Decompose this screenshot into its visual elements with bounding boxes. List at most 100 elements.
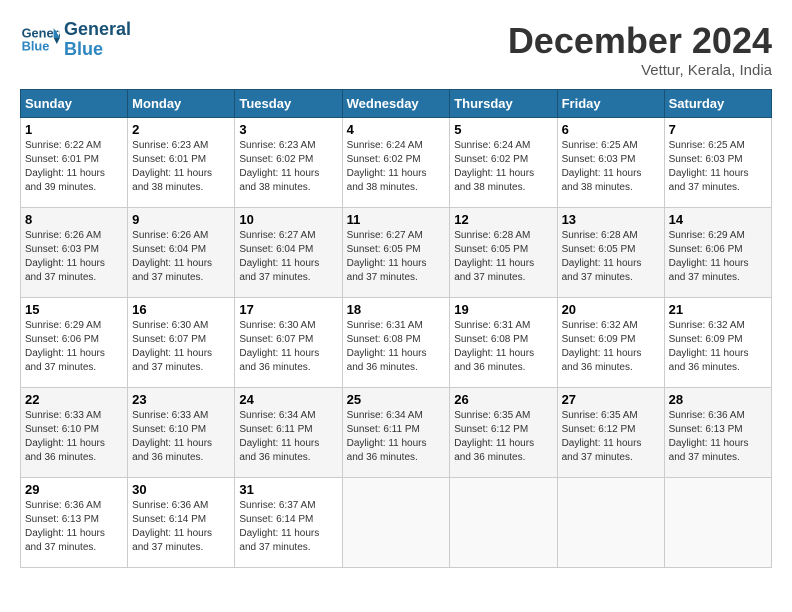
day-info: Sunrise: 6:27 AM Sunset: 6:05 PM Dayligh…: [347, 229, 446, 285]
calendar-day-cell: [664, 478, 771, 568]
calendar-week-row: 22 Sunrise: 6:33 AM Sunset: 6:10 PM Dayl…: [21, 388, 772, 478]
location: Vettur, Kerala, India: [508, 62, 772, 79]
calendar-day-cell: [557, 478, 664, 568]
calendar-day-cell: 27 Sunrise: 6:35 AM Sunset: 6:12 PM Dayl…: [557, 388, 664, 478]
day-number: 24: [239, 392, 337, 407]
calendar-day-cell: 29 Sunrise: 6:36 AM Sunset: 6:13 PM Dayl…: [21, 478, 128, 568]
day-info: Sunrise: 6:28 AM Sunset: 6:05 PM Dayligh…: [562, 229, 660, 285]
calendar-day-cell: 7 Sunrise: 6:25 AM Sunset: 6:03 PM Dayli…: [664, 118, 771, 208]
day-info: Sunrise: 6:24 AM Sunset: 6:02 PM Dayligh…: [454, 139, 552, 195]
calendar-week-row: 1 Sunrise: 6:22 AM Sunset: 6:01 PM Dayli…: [21, 118, 772, 208]
day-info: Sunrise: 6:23 AM Sunset: 6:01 PM Dayligh…: [132, 139, 230, 195]
header-friday: Friday: [557, 90, 664, 118]
day-number: 1: [25, 122, 123, 137]
calendar-week-row: 8 Sunrise: 6:26 AM Sunset: 6:03 PM Dayli…: [21, 208, 772, 298]
calendar-day-cell: 11 Sunrise: 6:27 AM Sunset: 6:05 PM Dayl…: [342, 208, 450, 298]
calendar-week-row: 29 Sunrise: 6:36 AM Sunset: 6:13 PM Dayl…: [21, 478, 772, 568]
day-info: Sunrise: 6:23 AM Sunset: 6:02 PM Dayligh…: [239, 139, 337, 195]
day-number: 7: [669, 122, 767, 137]
calendar-day-cell: 21 Sunrise: 6:32 AM Sunset: 6:09 PM Dayl…: [664, 298, 771, 388]
calendar-day-cell: [450, 478, 557, 568]
day-number: 27: [562, 392, 660, 407]
day-info: Sunrise: 6:25 AM Sunset: 6:03 PM Dayligh…: [669, 139, 767, 195]
day-info: Sunrise: 6:29 AM Sunset: 6:06 PM Dayligh…: [669, 229, 767, 285]
calendar-day-cell: 24 Sunrise: 6:34 AM Sunset: 6:11 PM Dayl…: [235, 388, 342, 478]
day-number: 12: [454, 212, 552, 227]
calendar-day-cell: 26 Sunrise: 6:35 AM Sunset: 6:12 PM Dayl…: [450, 388, 557, 478]
day-number: 19: [454, 302, 552, 317]
logo-blue: Blue: [64, 40, 131, 60]
day-info: Sunrise: 6:34 AM Sunset: 6:11 PM Dayligh…: [239, 409, 337, 465]
calendar-day-cell: 18 Sunrise: 6:31 AM Sunset: 6:08 PM Dayl…: [342, 298, 450, 388]
day-number: 14: [669, 212, 767, 227]
day-number: 10: [239, 212, 337, 227]
calendar-header-row: Sunday Monday Tuesday Wednesday Thursday…: [21, 90, 772, 118]
calendar-day-cell: 16 Sunrise: 6:30 AM Sunset: 6:07 PM Dayl…: [128, 298, 235, 388]
day-info: Sunrise: 6:33 AM Sunset: 6:10 PM Dayligh…: [25, 409, 123, 465]
day-info: Sunrise: 6:29 AM Sunset: 6:06 PM Dayligh…: [25, 319, 123, 375]
day-number: 25: [347, 392, 446, 407]
day-number: 26: [454, 392, 552, 407]
day-number: 4: [347, 122, 446, 137]
day-number: 31: [239, 482, 337, 497]
calendar-day-cell: 5 Sunrise: 6:24 AM Sunset: 6:02 PM Dayli…: [450, 118, 557, 208]
day-info: Sunrise: 6:30 AM Sunset: 6:07 PM Dayligh…: [132, 319, 230, 375]
day-info: Sunrise: 6:36 AM Sunset: 6:14 PM Dayligh…: [132, 499, 230, 555]
day-number: 6: [562, 122, 660, 137]
day-info: Sunrise: 6:31 AM Sunset: 6:08 PM Dayligh…: [347, 319, 446, 375]
calendar-day-cell: [342, 478, 450, 568]
header-saturday: Saturday: [664, 90, 771, 118]
calendar-day-cell: 3 Sunrise: 6:23 AM Sunset: 6:02 PM Dayli…: [235, 118, 342, 208]
day-info: Sunrise: 6:32 AM Sunset: 6:09 PM Dayligh…: [562, 319, 660, 375]
day-number: 30: [132, 482, 230, 497]
day-number: 13: [562, 212, 660, 227]
day-number: 28: [669, 392, 767, 407]
header-thursday: Thursday: [450, 90, 557, 118]
calendar-day-cell: 1 Sunrise: 6:22 AM Sunset: 6:01 PM Dayli…: [21, 118, 128, 208]
calendar-day-cell: 6 Sunrise: 6:25 AM Sunset: 6:03 PM Dayli…: [557, 118, 664, 208]
logo: General Blue General Blue: [20, 20, 131, 60]
day-number: 20: [562, 302, 660, 317]
day-number: 21: [669, 302, 767, 317]
day-info: Sunrise: 6:26 AM Sunset: 6:03 PM Dayligh…: [25, 229, 123, 285]
calendar-day-cell: 9 Sunrise: 6:26 AM Sunset: 6:04 PM Dayli…: [128, 208, 235, 298]
calendar-day-cell: 22 Sunrise: 6:33 AM Sunset: 6:10 PM Dayl…: [21, 388, 128, 478]
calendar-day-cell: 25 Sunrise: 6:34 AM Sunset: 6:11 PM Dayl…: [342, 388, 450, 478]
calendar-day-cell: 28 Sunrise: 6:36 AM Sunset: 6:13 PM Dayl…: [664, 388, 771, 478]
day-number: 23: [132, 392, 230, 407]
calendar-day-cell: 14 Sunrise: 6:29 AM Sunset: 6:06 PM Dayl…: [664, 208, 771, 298]
day-info: Sunrise: 6:24 AM Sunset: 6:02 PM Dayligh…: [347, 139, 446, 195]
calendar-day-cell: 19 Sunrise: 6:31 AM Sunset: 6:08 PM Dayl…: [450, 298, 557, 388]
day-number: 16: [132, 302, 230, 317]
day-info: Sunrise: 6:25 AM Sunset: 6:03 PM Dayligh…: [562, 139, 660, 195]
calendar-day-cell: 31 Sunrise: 6:37 AM Sunset: 6:14 PM Dayl…: [235, 478, 342, 568]
calendar-day-cell: 2 Sunrise: 6:23 AM Sunset: 6:01 PM Dayli…: [128, 118, 235, 208]
header-monday: Monday: [128, 90, 235, 118]
calendar-table: Sunday Monday Tuesday Wednesday Thursday…: [20, 89, 772, 568]
title-block: December 2024 Vettur, Kerala, India: [508, 20, 772, 79]
day-info: Sunrise: 6:34 AM Sunset: 6:11 PM Dayligh…: [347, 409, 446, 465]
day-number: 17: [239, 302, 337, 317]
day-number: 11: [347, 212, 446, 227]
header-wednesday: Wednesday: [342, 90, 450, 118]
day-info: Sunrise: 6:31 AM Sunset: 6:08 PM Dayligh…: [454, 319, 552, 375]
day-number: 15: [25, 302, 123, 317]
logo-general: General: [64, 20, 131, 40]
day-info: Sunrise: 6:35 AM Sunset: 6:12 PM Dayligh…: [562, 409, 660, 465]
day-info: Sunrise: 6:35 AM Sunset: 6:12 PM Dayligh…: [454, 409, 552, 465]
day-info: Sunrise: 6:37 AM Sunset: 6:14 PM Dayligh…: [239, 499, 337, 555]
day-info: Sunrise: 6:22 AM Sunset: 6:01 PM Dayligh…: [25, 139, 123, 195]
page-header: General Blue General Blue December 2024 …: [20, 20, 772, 79]
calendar-day-cell: 10 Sunrise: 6:27 AM Sunset: 6:04 PM Dayl…: [235, 208, 342, 298]
day-info: Sunrise: 6:26 AM Sunset: 6:04 PM Dayligh…: [132, 229, 230, 285]
day-info: Sunrise: 6:36 AM Sunset: 6:13 PM Dayligh…: [669, 409, 767, 465]
calendar-day-cell: 12 Sunrise: 6:28 AM Sunset: 6:05 PM Dayl…: [450, 208, 557, 298]
day-info: Sunrise: 6:28 AM Sunset: 6:05 PM Dayligh…: [454, 229, 552, 285]
day-number: 9: [132, 212, 230, 227]
month-title: December 2024: [508, 20, 772, 62]
calendar-week-row: 15 Sunrise: 6:29 AM Sunset: 6:06 PM Dayl…: [21, 298, 772, 388]
calendar-day-cell: 20 Sunrise: 6:32 AM Sunset: 6:09 PM Dayl…: [557, 298, 664, 388]
day-info: Sunrise: 6:30 AM Sunset: 6:07 PM Dayligh…: [239, 319, 337, 375]
calendar-day-cell: 8 Sunrise: 6:26 AM Sunset: 6:03 PM Dayli…: [21, 208, 128, 298]
day-number: 2: [132, 122, 230, 137]
